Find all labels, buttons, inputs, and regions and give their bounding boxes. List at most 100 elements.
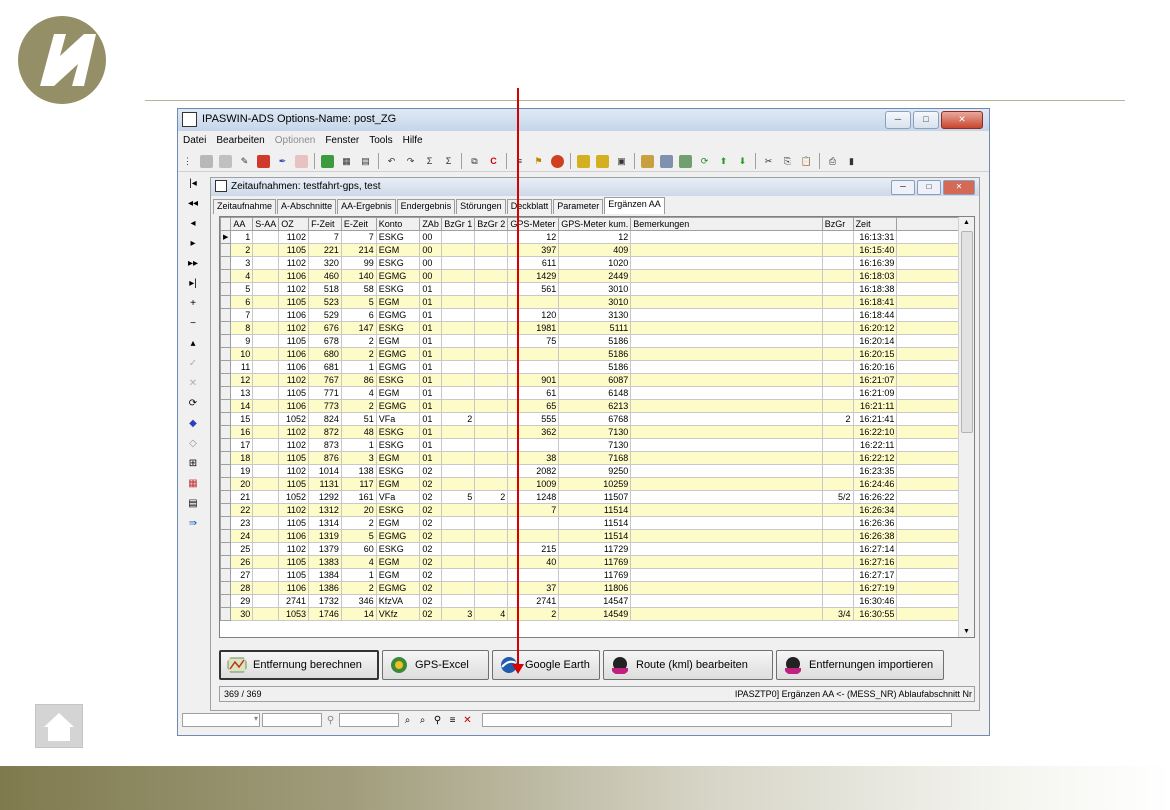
table-cell[interactable]: 16:27:16 bbox=[852, 555, 898, 569]
table-cell[interactable]: 38 bbox=[507, 451, 560, 465]
table-cell[interactable]: 6148 bbox=[558, 386, 632, 400]
table-cell[interactable]: 1105 bbox=[278, 243, 310, 257]
table-cell[interactable]: 1105 bbox=[278, 451, 310, 465]
table-cell[interactable]: 01 bbox=[419, 334, 443, 348]
table-cell[interactable] bbox=[474, 555, 509, 569]
tab-zeitaufnahme[interactable]: Zeitaufnahme bbox=[213, 199, 277, 214]
table-cell[interactable] bbox=[474, 451, 509, 465]
table-row[interactable]: 12 1102 767 86 ESKG 01 901 6087 16:21:07 bbox=[220, 373, 974, 387]
table-cell[interactable]: 529 bbox=[308, 308, 342, 322]
table-cell[interactable] bbox=[630, 568, 823, 582]
table-cell[interactable] bbox=[474, 464, 509, 478]
table-cell[interactable] bbox=[821, 282, 854, 296]
row-indicator[interactable] bbox=[220, 269, 232, 283]
table-cell[interactable]: ESKG bbox=[375, 503, 421, 517]
table-cell[interactable] bbox=[630, 347, 823, 361]
table-cell[interactable] bbox=[474, 412, 509, 426]
table-cell[interactable] bbox=[630, 373, 823, 387]
tab-parameter[interactable]: Parameter bbox=[553, 199, 604, 214]
table-cell[interactable] bbox=[252, 542, 280, 556]
table-cell[interactable]: 1102 bbox=[278, 438, 310, 452]
home-button[interactable] bbox=[35, 704, 83, 748]
table-cell[interactable]: 01 bbox=[419, 425, 443, 439]
table-cell[interactable] bbox=[821, 399, 854, 413]
table-cell[interactable] bbox=[474, 438, 509, 452]
table-cell[interactable]: 5186 bbox=[558, 334, 632, 348]
table-cell[interactable]: 10259 bbox=[558, 477, 632, 491]
table-cell[interactable] bbox=[441, 555, 476, 569]
table-cell[interactable] bbox=[474, 347, 509, 361]
table-cell[interactable] bbox=[252, 282, 280, 296]
next-record-icon[interactable]: ▸ bbox=[186, 237, 200, 250]
table-row[interactable]: 9 1105 678 2 EGM 01 75 5186 16:20:14 bbox=[220, 334, 974, 348]
table-cell[interactable]: 872 bbox=[308, 425, 342, 439]
table-cell[interactable]: 11 bbox=[230, 360, 254, 374]
row-indicator[interactable] bbox=[220, 594, 232, 608]
table-cell[interactable]: 555 bbox=[507, 412, 560, 426]
table-cell[interactable]: 02 bbox=[419, 581, 443, 595]
doc-close-button[interactable]: ✕ bbox=[943, 180, 975, 195]
table-cell[interactable]: 11806 bbox=[558, 581, 632, 595]
table-cell[interactable] bbox=[252, 425, 280, 439]
table-cell[interactable]: 1319 bbox=[308, 529, 342, 543]
close-button[interactable]: ✕ bbox=[941, 111, 983, 129]
table-cell[interactable] bbox=[474, 230, 509, 244]
chevron-down-icon[interactable]: ▾ bbox=[254, 714, 258, 723]
table-cell[interactable] bbox=[252, 334, 280, 348]
table-cell[interactable]: 1105 bbox=[278, 568, 310, 582]
table-cell[interactable]: 01 bbox=[419, 282, 443, 296]
table-cell[interactable] bbox=[252, 399, 280, 413]
table-cell[interactable]: 2449 bbox=[558, 269, 632, 283]
table-cell[interactable]: 1 bbox=[340, 568, 377, 582]
column-header[interactable]: OZ bbox=[278, 217, 310, 231]
table-cell[interactable]: EGMG bbox=[375, 308, 421, 322]
row-indicator[interactable] bbox=[220, 516, 232, 530]
table-cell[interactable]: 51 bbox=[340, 412, 377, 426]
column-header[interactable]: Konto bbox=[375, 217, 421, 231]
table-cell[interactable] bbox=[630, 477, 823, 491]
row-indicator[interactable] bbox=[220, 399, 232, 413]
table-cell[interactable]: EGM bbox=[375, 295, 421, 309]
scroll-down-icon[interactable]: ▼ bbox=[963, 628, 970, 635]
table-cell[interactable]: 1106 bbox=[278, 581, 310, 595]
menu-bearbeiten[interactable]: Bearbeiten bbox=[211, 133, 269, 149]
table-cell[interactable]: 140 bbox=[340, 269, 377, 283]
table-cell[interactable]: 7 bbox=[507, 503, 560, 517]
table-cell[interactable] bbox=[507, 295, 560, 309]
table-cell[interactable] bbox=[252, 438, 280, 452]
table-cell[interactable]: 16:20:16 bbox=[852, 360, 898, 374]
table-cell[interactable]: 16:15:40 bbox=[852, 243, 898, 257]
table-cell[interactable]: 876 bbox=[308, 451, 342, 465]
table-cell[interactable]: 22 bbox=[230, 503, 254, 517]
tag-icon[interactable]: ◆ bbox=[186, 417, 200, 430]
eraser-side-icon[interactable]: ◇ bbox=[186, 437, 200, 450]
table-cell[interactable]: 1105 bbox=[278, 516, 310, 530]
table-cell[interactable] bbox=[821, 451, 854, 465]
delete-icon[interactable]: − bbox=[186, 317, 200, 330]
row-indicator[interactable] bbox=[220, 308, 232, 322]
tab-deckblatt[interactable]: Deckblatt bbox=[506, 199, 553, 214]
table-cell[interactable]: 6087 bbox=[558, 373, 632, 387]
table-cell[interactable]: 397 bbox=[507, 243, 560, 257]
table-cell[interactable]: 16:21:41 bbox=[852, 412, 898, 426]
table-cell[interactable] bbox=[630, 464, 823, 478]
table-cell[interactable] bbox=[252, 256, 280, 270]
table-row[interactable]: 28 1106 1386 2 EGMG 02 37 11806 16:27:19 bbox=[220, 581, 974, 595]
eraser-icon[interactable] bbox=[295, 154, 308, 168]
table-cell[interactable] bbox=[821, 230, 854, 244]
paste-icon[interactable]: 📋 bbox=[800, 155, 813, 168]
row-indicator[interactable] bbox=[220, 243, 232, 257]
table-cell[interactable] bbox=[821, 568, 854, 582]
table-cell[interactable] bbox=[441, 373, 476, 387]
table-cell[interactable] bbox=[441, 542, 476, 556]
table-cell[interactable]: 11769 bbox=[558, 568, 632, 582]
table-cell[interactable] bbox=[821, 269, 854, 283]
table-cell[interactable]: 771 bbox=[308, 386, 342, 400]
table-cell[interactable] bbox=[252, 568, 280, 582]
table-cell[interactable]: 28 bbox=[230, 581, 254, 595]
export-icon[interactable] bbox=[596, 154, 609, 168]
undo-icon[interactable]: ↶ bbox=[385, 155, 398, 168]
table-cell[interactable]: 161 bbox=[340, 490, 377, 504]
table-cell[interactable]: 16:30:55 bbox=[852, 607, 898, 621]
table-cell[interactable]: VKfz bbox=[375, 607, 421, 621]
